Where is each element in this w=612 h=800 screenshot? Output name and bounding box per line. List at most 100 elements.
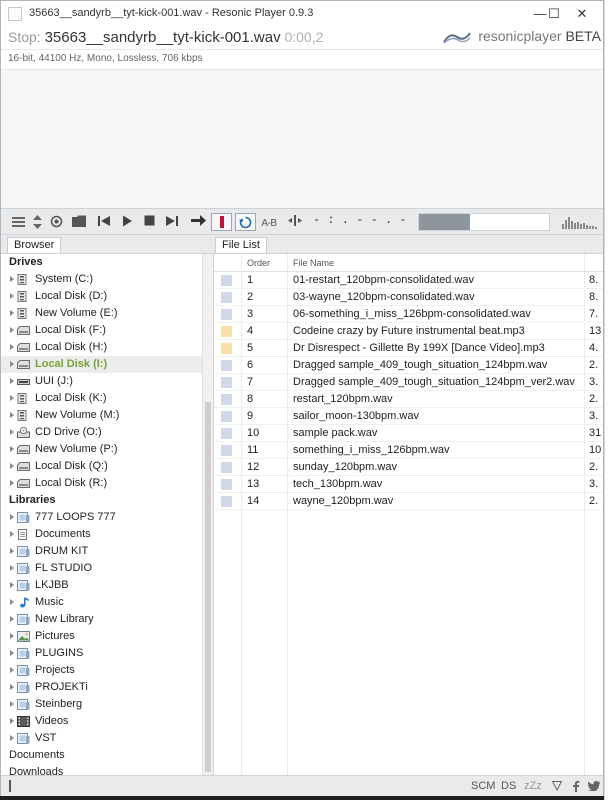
expand-arrow-icon[interactable]	[10, 514, 14, 520]
file-row[interactable]: 4 Codeine crazy by Future instrumental be…	[214, 323, 603, 340]
file-row[interactable]: 7 Dragged sample_409_tough_situation_124b…	[214, 374, 603, 391]
split-icon[interactable]	[287, 213, 303, 231]
library-item-new-library[interactable]: New Library	[1, 611, 202, 628]
filter-icon[interactable]	[552, 781, 562, 791]
file-row[interactable]: 2 03-wayne_120bpm-consolidated.wav 8.	[214, 289, 603, 306]
expand-arrow-icon[interactable]	[10, 293, 14, 299]
expand-arrow-icon[interactable]	[10, 599, 14, 605]
library-item-pictures[interactable]: Pictures	[1, 628, 202, 645]
tab-file-list[interactable]: File List	[215, 237, 267, 254]
file-row[interactable]: 12 sunday_120bpm.wav 2.	[214, 459, 603, 476]
drive-item-local-disk-h[interactable]: Local Disk (H:)	[1, 339, 202, 356]
library-item-lkjbb[interactable]: LKJBB	[1, 577, 202, 594]
up-down-icon[interactable]	[30, 213, 44, 231]
expand-arrow-icon[interactable]	[10, 701, 14, 707]
expand-arrow-icon[interactable]	[10, 395, 14, 401]
close-button[interactable]: ✕	[561, 1, 603, 27]
library-item-videos[interactable]: Videos	[1, 713, 202, 730]
file-row[interactable]: 9 sailor_moon-130bpm.wav 3.	[214, 408, 603, 425]
library-item-drum-kit[interactable]: DRUM KIT	[1, 543, 202, 560]
expand-arrow-icon[interactable]	[10, 684, 14, 690]
expand-arrow-icon[interactable]	[10, 378, 14, 384]
file-row[interactable]: 14 wayne_120bpm.wav 2.	[214, 493, 603, 510]
expand-arrow-icon[interactable]	[10, 565, 14, 571]
target-icon[interactable]	[48, 213, 64, 231]
expand-arrow-icon[interactable]	[10, 480, 14, 486]
library-item-fl-studio[interactable]: FL STUDIO	[1, 560, 202, 577]
expand-arrow-icon[interactable]	[10, 531, 14, 537]
drive-item-local-disk-f[interactable]: Local Disk (F:)	[1, 322, 202, 339]
scm-toggle[interactable]: SCM	[471, 780, 495, 792]
file-row[interactable]: 8 restart_120bpm.wav 2.	[214, 391, 603, 408]
stop-icon[interactable]	[140, 213, 158, 231]
library-item-plugins[interactable]: PLUGINS	[1, 645, 202, 662]
expand-arrow-icon[interactable]	[10, 463, 14, 469]
expand-arrow-icon[interactable]	[10, 718, 14, 724]
drive-item-new-volume-p[interactable]: New Volume (P:)	[1, 441, 202, 458]
library-item-vst[interactable]: VST	[1, 730, 202, 747]
expand-arrow-icon[interactable]	[10, 361, 14, 367]
expand-arrow-icon[interactable]	[10, 650, 14, 656]
library-item-music[interactable]: Music	[1, 594, 202, 611]
facebook-icon[interactable]	[571, 780, 581, 792]
expand-arrow-icon[interactable]	[10, 344, 14, 350]
expand-arrow-icon[interactable]	[10, 276, 14, 282]
file-row[interactable]: 3 06-something_i_miss_126bpm-consolidated…	[214, 306, 603, 323]
ab-loop-icon[interactable]: A-B	[259, 213, 279, 231]
expand-arrow-icon[interactable]	[10, 429, 14, 435]
library-item-steinberg[interactable]: Steinberg	[1, 696, 202, 713]
expand-arrow-icon[interactable]	[10, 548, 14, 554]
file-row[interactable]: 10 sample pack.wav 31	[214, 425, 603, 442]
tab-browser[interactable]: Browser	[7, 237, 62, 254]
menu-icon[interactable]	[10, 213, 26, 231]
browser-scrollbar[interactable]	[202, 254, 213, 776]
skip-back-icon[interactable]	[95, 213, 113, 231]
expand-arrow-icon[interactable]	[10, 667, 14, 673]
drive-item-local-disk-q[interactable]: Local Disk (Q:)	[1, 458, 202, 475]
browser-scrollbar-thumb[interactable]	[205, 402, 211, 772]
column-header-order[interactable]: Order	[247, 258, 270, 268]
expand-arrow-icon[interactable]	[10, 446, 14, 452]
panel-toggle-icon[interactable]	[9, 780, 21, 792]
drive-item-local-disk-k[interactable]: Local Disk (K:)	[1, 390, 202, 407]
documents-item[interactable]: Documents	[1, 747, 202, 764]
drive-item-uui-j[interactable]: UUI (J:)	[1, 373, 202, 390]
drive-item-local-disk-r[interactable]: Local Disk (R:)	[1, 475, 202, 492]
twitter-icon[interactable]	[588, 781, 600, 791]
expand-arrow-icon[interactable]	[10, 735, 14, 741]
library-item-projekti[interactable]: PROJEKTi	[1, 679, 202, 696]
column-header-file-name[interactable]: File Name	[293, 258, 334, 268]
file-row[interactable]: 5 Dr Disrespect - Gillette By 199X [Dance…	[214, 340, 603, 357]
expand-arrow-icon[interactable]	[10, 616, 14, 622]
play-icon[interactable]	[118, 213, 136, 231]
drive-item-new-volume-e[interactable]: New Volume (E:)	[1, 305, 202, 322]
library-item-777-loops-777[interactable]: 777 LOOPS 777	[1, 509, 202, 526]
drive-item-cd-drive-o[interactable]: CD Drive (O:)	[1, 424, 202, 441]
expand-arrow-icon[interactable]	[10, 327, 14, 333]
drive-item-local-disk-d[interactable]: Local Disk (D:)	[1, 288, 202, 305]
track-overview[interactable]	[418, 213, 550, 231]
expand-arrow-icon[interactable]	[10, 310, 14, 316]
spectrum-icon[interactable]	[562, 215, 600, 229]
file-row[interactable]: 6 Dragged sample_409_tough_situation_124b…	[214, 357, 603, 374]
drive-item-local-disk-i[interactable]: Local Disk (I:)	[1, 356, 202, 373]
expand-arrow-icon[interactable]	[10, 412, 14, 418]
library-item-documents[interactable]: Documents	[1, 526, 202, 543]
ds-toggle[interactable]: DS	[501, 780, 516, 792]
sleep-toggle[interactable]: zZz	[524, 780, 542, 792]
file-row[interactable]: 1 01-restart_120bpm-consolidated.wav 8.	[214, 272, 603, 289]
overview-view-window[interactable]	[419, 214, 470, 230]
expand-arrow-icon[interactable]	[10, 582, 14, 588]
arrow-right-icon[interactable]	[188, 213, 208, 231]
waveform-display[interactable]	[1, 69, 603, 208]
folder-icon[interactable]	[70, 213, 88, 231]
expand-arrow-icon[interactable]	[10, 633, 14, 639]
file-row[interactable]: 11 something_i_miss_126bpm.wav 10	[214, 442, 603, 459]
drive-item-system-c[interactable]: System (C:)	[1, 271, 202, 288]
file-row[interactable]: 13 tech_130bpm.wav 3.	[214, 476, 603, 493]
skip-forward-icon[interactable]	[163, 213, 181, 231]
record-marker-icon[interactable]	[211, 213, 232, 231]
drive-item-new-volume-m[interactable]: New Volume (M:)	[1, 407, 202, 424]
library-item-projects[interactable]: Projects	[1, 662, 202, 679]
loop-icon[interactable]	[235, 213, 256, 231]
